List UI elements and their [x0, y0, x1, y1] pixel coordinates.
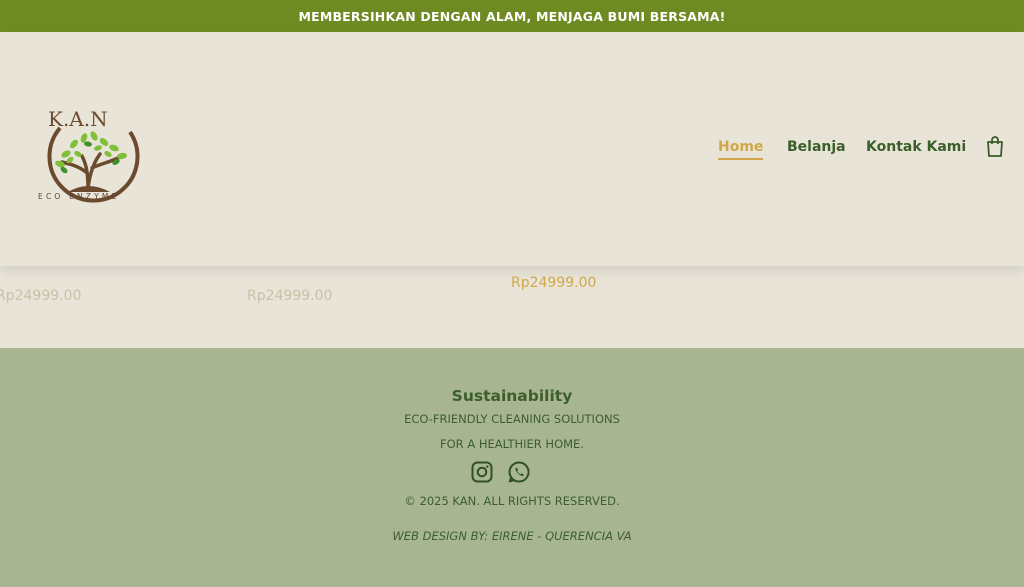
announcement-text: MEMBERSIHKAN DENGAN ALAM, MENJAGA BUMI B… [298, 8, 726, 24]
product-price: Rp24999.00 [0, 288, 82, 304]
whatsapp-icon[interactable] [508, 461, 530, 483]
footer-line-1: ECO-FRIENDLY CLEANING SOLUTIONS [404, 412, 620, 426]
footer-line-2: FOR A HEALTHIER HOME. [440, 437, 584, 451]
nav-home[interactable]: Home [718, 139, 764, 160]
instagram-icon[interactable] [471, 461, 493, 483]
logo-letters: K.A.N [48, 107, 108, 131]
social-links [471, 461, 531, 485]
footer-title: Sustainability [451, 387, 573, 405]
site-footer: Sustainability ECO-FRIENDLY CLEANING SOL… [0, 348, 1024, 587]
shopping-bag-icon[interactable] [985, 136, 1005, 158]
logo-tagline: ECO ENZYME [38, 192, 120, 201]
announcement-bar: MEMBERSIHKAN DENGAN ALAM, MENJAGA BUMI B… [0, 0, 1024, 32]
nav-kontak-kami[interactable]: Kontak Kami [866, 139, 966, 155]
nav-belanja[interactable]: Belanja [787, 139, 846, 155]
site-header: K.A.N ECO ENZYME Home Belanja Kontak Kam… [0, 32, 1024, 266]
product-price: Rp24999.00 [511, 275, 597, 291]
footer-credit[interactable]: WEB DESIGN BY: EIRENE - QUERENCIA VA [0, 529, 1024, 543]
kan-logo[interactable]: K.A.N [38, 92, 142, 204]
product-price: Rp24999.00 [247, 288, 333, 304]
footer-copyright: © 2025 KAN. ALL RIGHTS RESERVED. [404, 494, 620, 508]
